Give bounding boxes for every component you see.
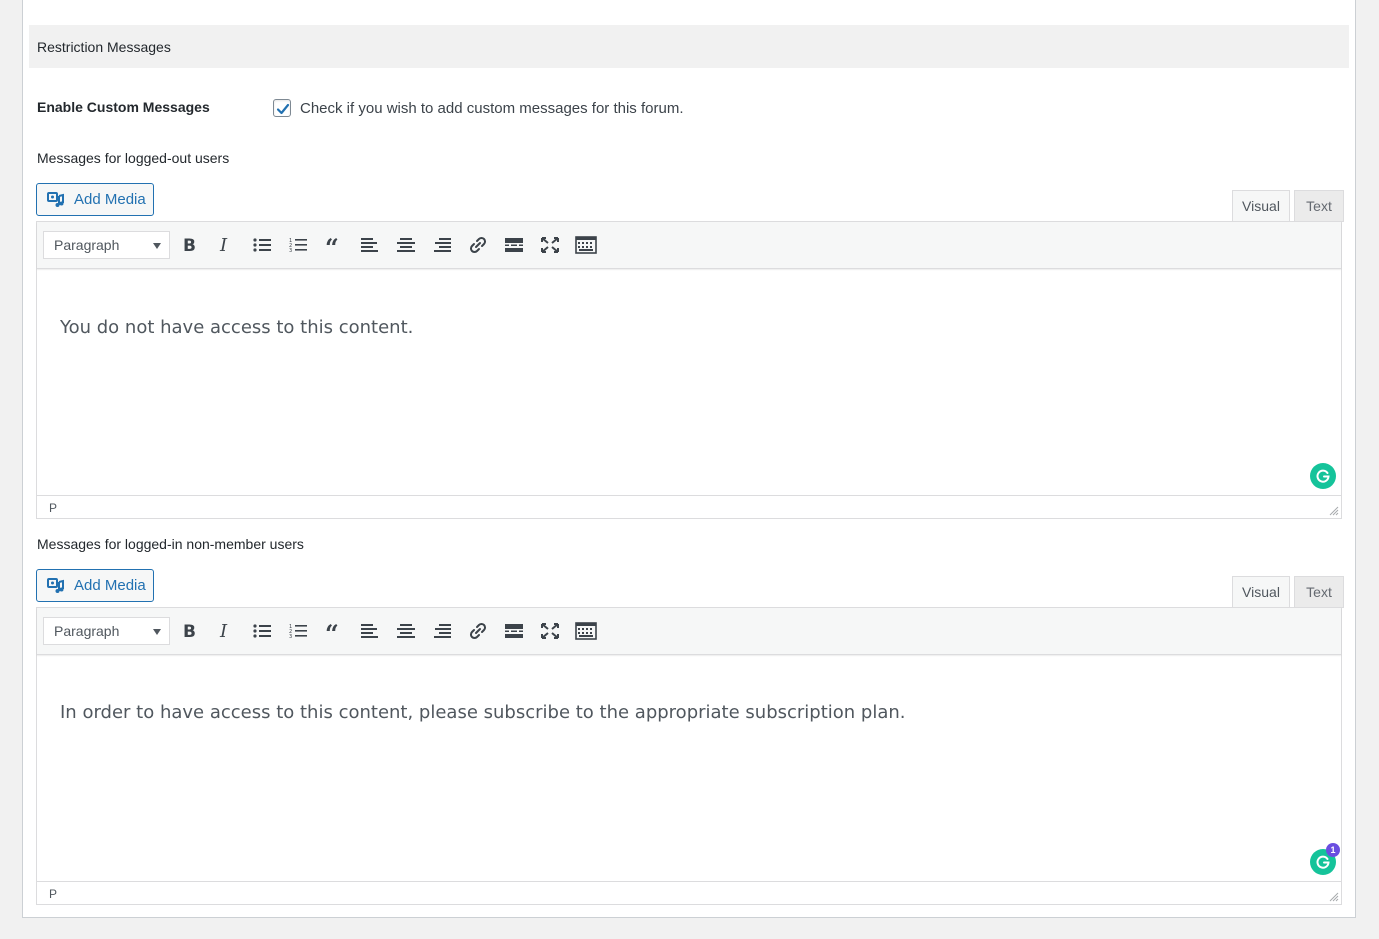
editor-status-bar: P xyxy=(37,495,1341,518)
logged-out-editor: Paragraph B I 123 “ You do not have acce… xyxy=(36,221,1342,519)
add-media-button[interactable]: Add Media xyxy=(36,183,154,216)
logged-out-messages-label: Messages for logged-out users xyxy=(37,150,230,166)
resize-handle-icon[interactable] xyxy=(1329,506,1339,516)
blockquote-icon[interactable]: “ xyxy=(322,233,346,257)
grammarly-icon[interactable] xyxy=(1310,463,1336,489)
italic-icon[interactable]: I xyxy=(214,619,238,643)
editor-toolbar: Paragraph B I 123 “ xyxy=(37,222,1341,269)
blockquote-icon[interactable]: “ xyxy=(322,619,346,643)
bold-icon[interactable]: B xyxy=(178,233,202,257)
svg-text:B: B xyxy=(183,236,196,254)
align-center-icon[interactable] xyxy=(394,619,418,643)
svg-text:3: 3 xyxy=(289,634,292,639)
numbered-list-icon[interactable]: 123 xyxy=(286,619,310,643)
editor-content-text[interactable]: In order to have access to this content,… xyxy=(60,702,906,723)
align-left-icon[interactable] xyxy=(358,619,382,643)
editor-content-text[interactable]: You do not have access to this content. xyxy=(60,317,413,338)
align-center-icon[interactable] xyxy=(394,233,418,257)
bold-icon[interactable]: B xyxy=(178,619,202,643)
element-path[interactable]: P xyxy=(49,501,57,515)
add-media-label: Add Media xyxy=(74,191,146,208)
svg-text:“: “ xyxy=(325,237,339,253)
tab-visual[interactable]: Visual xyxy=(1232,190,1290,222)
svg-text:“: “ xyxy=(325,623,339,639)
bullet-list-icon[interactable] xyxy=(250,233,274,257)
checkmark-icon xyxy=(276,103,290,115)
fullscreen-icon[interactable] xyxy=(538,233,562,257)
align-left-icon[interactable] xyxy=(358,233,382,257)
svg-text:3: 3 xyxy=(289,248,292,253)
read-more-icon[interactable] xyxy=(502,233,526,257)
svg-text:I: I xyxy=(219,622,228,640)
chevron-down-icon xyxy=(153,243,161,249)
format-select-value: Paragraph xyxy=(54,237,120,253)
add-media-icon xyxy=(46,190,66,210)
add-media-icon xyxy=(46,576,66,596)
section-title: Restriction Messages xyxy=(37,39,171,55)
editor-content[interactable]: In order to have access to this content,… xyxy=(37,655,1341,881)
add-media-button[interactable]: Add Media xyxy=(36,569,154,602)
logged-in-non-member-editor: Paragraph B I 123 “ In order to have acc… xyxy=(36,607,1342,905)
logged-in-non-member-messages-label: Messages for logged-in non-member users xyxy=(37,536,304,552)
editor-toolbar: Paragraph B I 123 “ xyxy=(37,608,1341,655)
chevron-down-icon xyxy=(153,629,161,635)
enable-custom-messages-checkbox[interactable] xyxy=(273,99,291,117)
grammarly-icon[interactable]: 1 xyxy=(1310,843,1340,875)
format-select[interactable]: Paragraph xyxy=(43,231,170,259)
grammarly-badge: 1 xyxy=(1326,843,1340,857)
editor-content[interactable]: You do not have access to this content. xyxy=(37,269,1341,495)
toolbar-toggle-icon[interactable] xyxy=(574,233,598,257)
svg-text:I: I xyxy=(219,236,228,254)
align-right-icon[interactable] xyxy=(430,619,454,643)
link-icon[interactable] xyxy=(466,233,490,257)
italic-icon[interactable]: I xyxy=(214,233,238,257)
element-path[interactable]: P xyxy=(49,887,57,901)
format-select-value: Paragraph xyxy=(54,623,120,639)
format-select[interactable]: Paragraph xyxy=(43,617,170,645)
read-more-icon[interactable] xyxy=(502,619,526,643)
toolbar-toggle-icon[interactable] xyxy=(574,619,598,643)
section-header: Restriction Messages xyxy=(29,25,1349,68)
add-media-label: Add Media xyxy=(74,577,146,594)
resize-handle-icon[interactable] xyxy=(1329,892,1339,902)
fullscreen-icon[interactable] xyxy=(538,619,562,643)
restriction-messages-panel: Restriction Messages Enable Custom Messa… xyxy=(22,0,1356,918)
enable-custom-messages-label: Enable Custom Messages xyxy=(37,99,210,115)
svg-text:B: B xyxy=(183,622,196,640)
link-icon[interactable] xyxy=(466,619,490,643)
enable-custom-messages-description: Check if you wish to add custom messages… xyxy=(300,100,684,117)
tab-text[interactable]: Text xyxy=(1294,190,1344,222)
numbered-list-icon[interactable]: 123 xyxy=(286,233,310,257)
tab-visual[interactable]: Visual xyxy=(1232,576,1290,608)
tab-text[interactable]: Text xyxy=(1294,576,1344,608)
align-right-icon[interactable] xyxy=(430,233,454,257)
editor-status-bar: P xyxy=(37,881,1341,904)
bullet-list-icon[interactable] xyxy=(250,619,274,643)
